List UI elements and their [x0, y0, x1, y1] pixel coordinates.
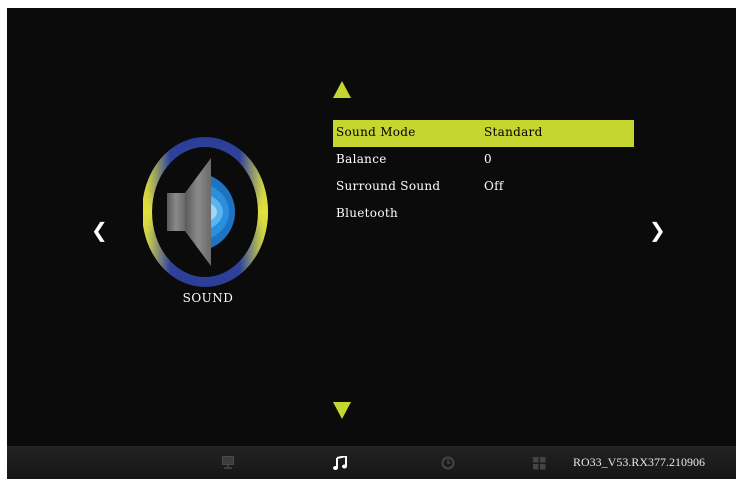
menu-item-bluetooth[interactable]: Bluetooth	[333, 201, 634, 228]
settings-panel: ❮ ❯ SOUND Sound Mode Standard Balance 0 …	[7, 8, 736, 446]
menu-item-value: 0	[484, 152, 492, 166]
section-label: SOUND	[182, 291, 234, 305]
picture-icon[interactable]	[222, 455, 234, 474]
clock-icon[interactable]	[441, 455, 455, 474]
sound-menu: Sound Mode Standard Balance 0 Surround S…	[333, 120, 634, 228]
menu-item-balance[interactable]: Balance 0	[333, 147, 634, 174]
menu-item-value: Off	[484, 179, 504, 193]
menu-item-label: Sound Mode	[336, 125, 416, 139]
apps-grid-icon[interactable]	[533, 455, 546, 474]
menu-item-label: Balance	[336, 152, 387, 166]
previous-section-icon[interactable]: ❮	[91, 220, 108, 240]
scroll-up-arrow-icon[interactable]	[333, 81, 351, 98]
firmware-version: RO33_V53.RX377.210906	[573, 455, 706, 469]
menu-item-sound-mode[interactable]: Sound Mode Standard	[333, 120, 634, 147]
scroll-down-arrow-icon[interactable]	[333, 402, 351, 419]
menu-item-label: Bluetooth	[336, 206, 399, 220]
menu-item-surround-sound[interactable]: Surround Sound Off	[333, 174, 634, 201]
menu-item-label: Surround Sound	[336, 179, 441, 193]
speaker-icon	[142, 136, 271, 288]
bottom-nav-bar: RO33_V53.RX377.210906	[7, 446, 736, 479]
next-section-icon[interactable]: ❯	[649, 220, 666, 240]
tv-screen: ❮ ❯ SOUND Sound Mode Standard Balance 0 …	[7, 8, 736, 479]
menu-item-value: Standard	[484, 125, 543, 139]
music-note-icon[interactable]	[333, 454, 347, 474]
